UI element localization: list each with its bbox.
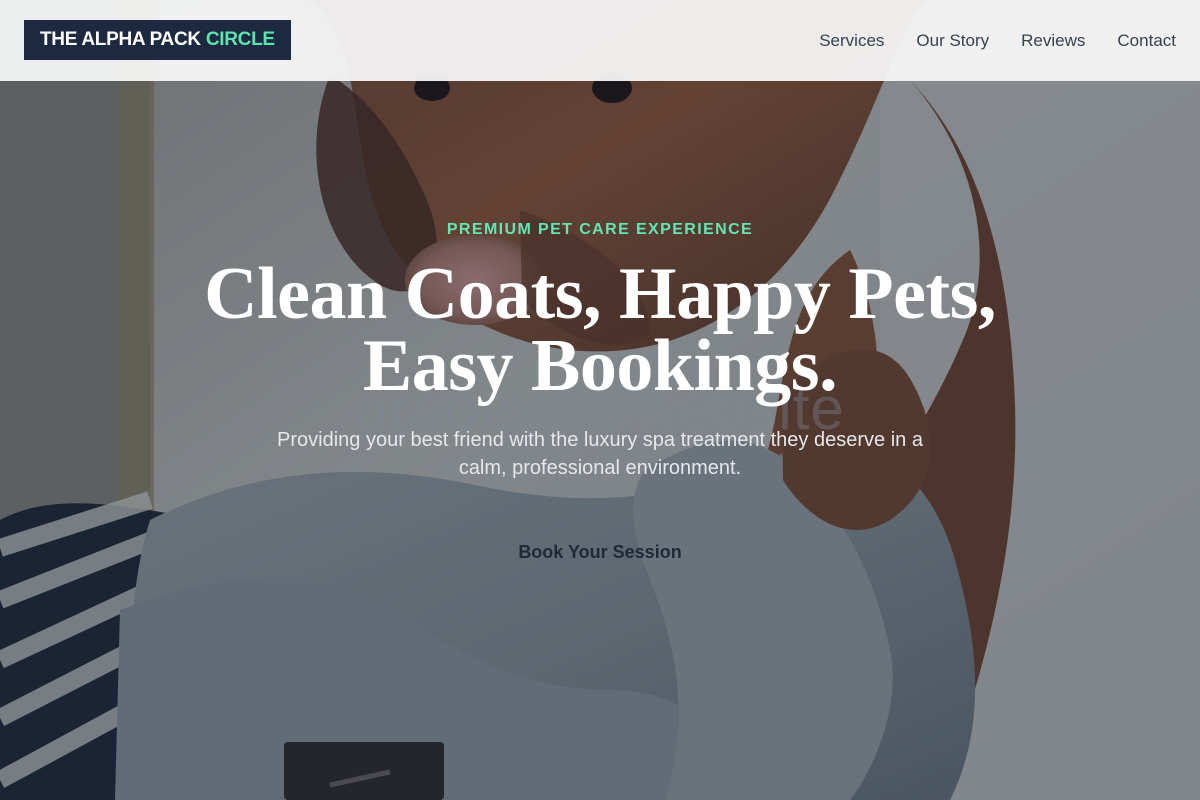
hero-eyebrow: PREMIUM PET CARE EXPERIENCE <box>446 221 754 238</box>
hero-section: PREMIUM PET CARE EXPERIENCE groomers.web… <box>0 0 1200 800</box>
landing-page: THE ALPHA PACK CIRCLE Services Our Story… <box>0 0 1200 800</box>
nav-link-reviews[interactable]: Reviews <box>1021 31 1085 51</box>
nav-link-our-story[interactable]: Our Story <box>916 31 989 51</box>
brand-accent: CIRCLE <box>205 29 275 50</box>
primary-navigation: Services Our Story Reviews Contact <box>819 0 1176 81</box>
site-header: THE ALPHA PACK CIRCLE Services Our Story… <box>0 0 1200 81</box>
brand-name: THE ALPHA PACK <box>40 29 201 50</box>
nav-link-services[interactable]: Services <box>819 31 884 51</box>
hero-title-line-1: Clean Coats, Happy Pets, <box>204 253 996 335</box>
book-session-button[interactable]: Book Your Session <box>500 532 700 572</box>
hero-title: Clean Coats, Happy Pets, Easy Bookings. <box>150 253 1050 407</box>
hero-subtitle: Providing your best friend with the luxu… <box>277 429 923 479</box>
nav-link-contact[interactable]: Contact <box>1117 31 1176 51</box>
brand-logo[interactable]: THE ALPHA PACK CIRCLE <box>24 20 291 60</box>
hero-title-line-2: Easy Bookings. <box>362 325 838 407</box>
